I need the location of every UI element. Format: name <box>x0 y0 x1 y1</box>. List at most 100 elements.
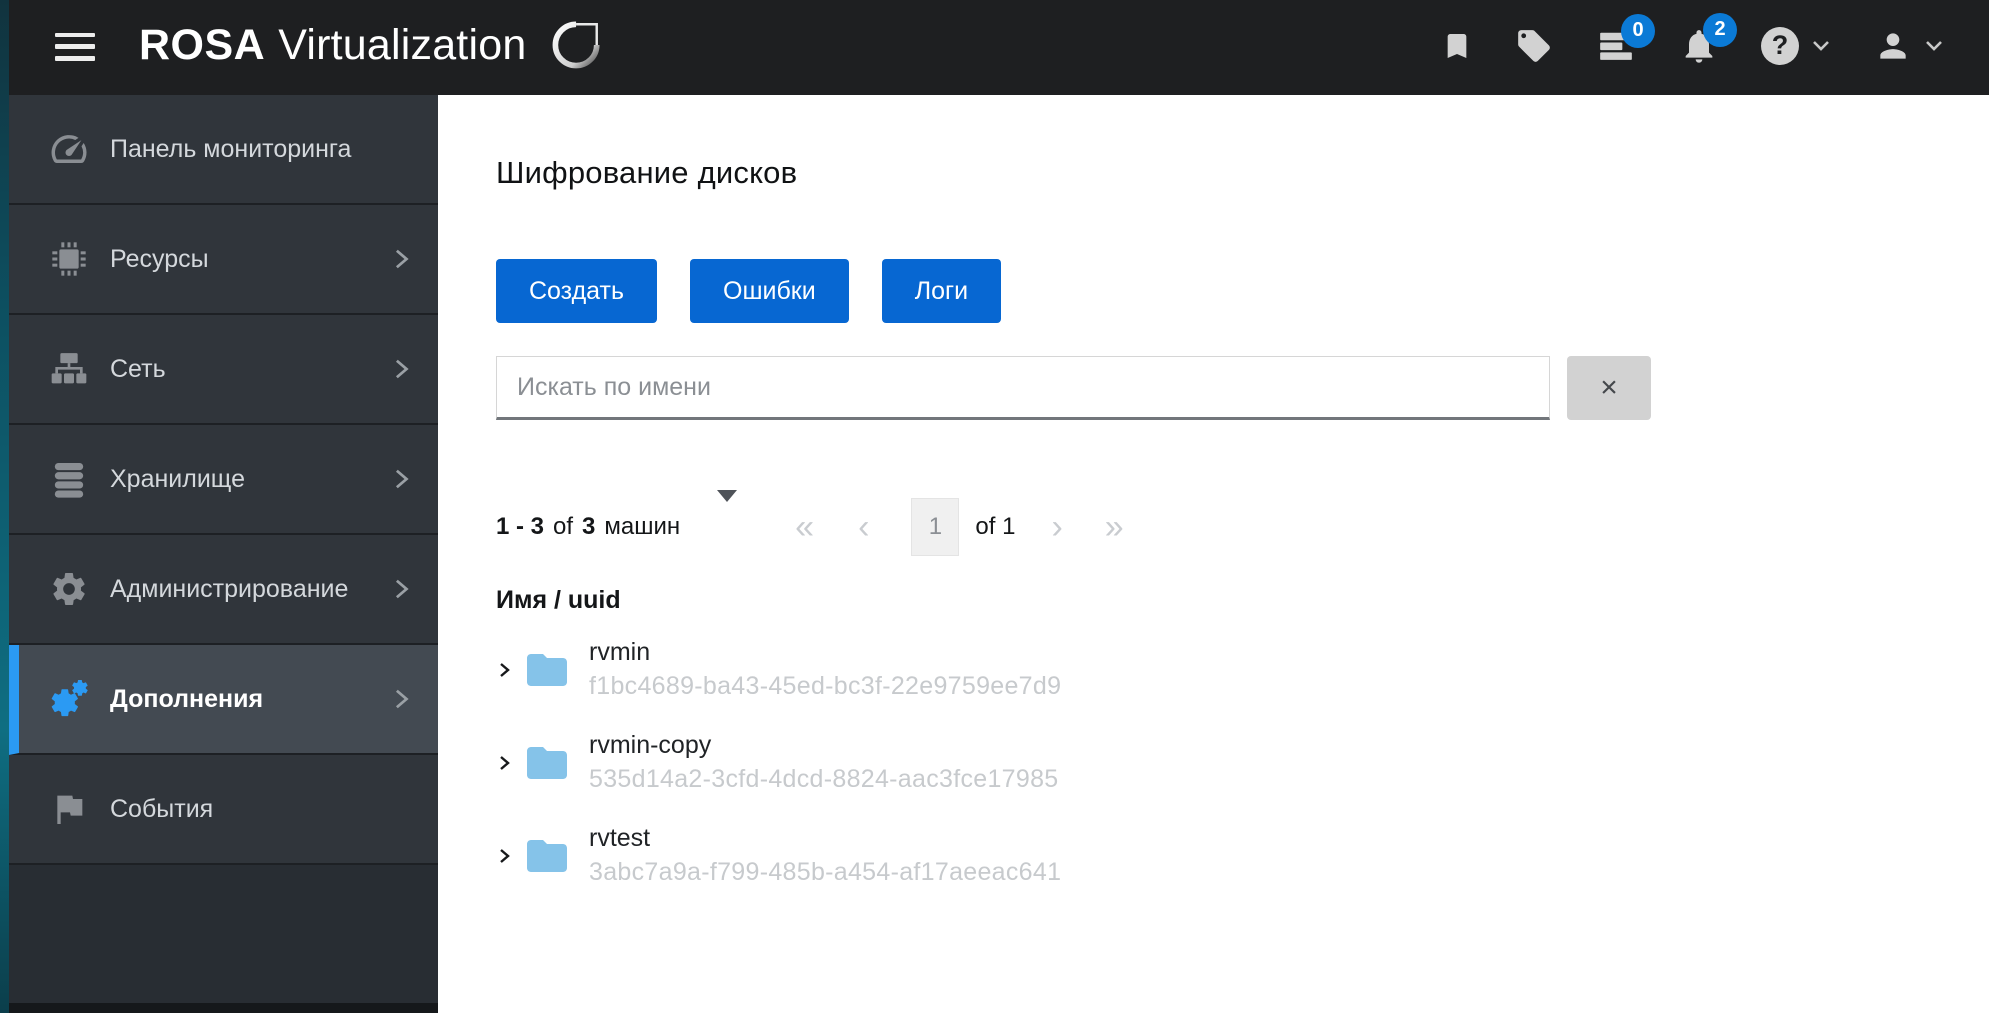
chevron-right-icon <box>390 685 412 713</box>
flag-icon <box>48 788 90 830</box>
sidebar-footer-strip <box>9 1003 438 1013</box>
vm-uuid: f1bc4689-ba43-45ed-bc3f-22e9759ee7d9 <box>589 672 1062 700</box>
chevron-right-icon <box>390 245 412 273</box>
caret-down-icon <box>717 490 738 517</box>
expand-row-button[interactable] <box>496 752 512 774</box>
current-page-input[interactable] <box>911 498 960 556</box>
total-pages-label: of 1 <box>975 513 1016 540</box>
pagination-bar: 1 - 3 of 3 машин « ‹ of 1 › » <box>496 490 1989 556</box>
sidebar-item-label: Сеть <box>110 354 166 383</box>
sidebar-empty-area <box>9 865 438 1003</box>
sidebar-item-label: Администрирование <box>110 574 349 603</box>
bookmark-icon <box>1447 33 1467 58</box>
sidebar-item-administration[interactable]: Администрирование <box>9 535 438 645</box>
per-page-dropdown-toggle[interactable] <box>717 490 738 517</box>
vm-name: rvmin <box>589 638 651 666</box>
table-row[interactable]: rvtest 3abc7a9a-f799-485b-a454-af17aeeac… <box>496 809 1989 902</box>
chevron-right-icon <box>390 465 412 493</box>
tasks-count-badge: 0 <box>1621 13 1655 48</box>
vm-name: rvtest <box>589 824 651 852</box>
action-buttons-row: Создать Ошибки Логи <box>496 259 1989 323</box>
brand-edge-strip <box>0 0 9 1013</box>
sidebar-nav: Панель мониторинга Ресурсы Сеть Хранилищ… <box>9 95 438 1013</box>
vm-list: rvmin f1bc4689-ba43-45ed-bc3f-22e9759ee7… <box>496 623 1989 902</box>
chevron-right-icon <box>500 662 510 677</box>
pagination-range: 1 - 3 <box>496 513 545 540</box>
menu-toggle-button[interactable] <box>55 32 95 61</box>
sidebar-item-addons[interactable]: Дополнения <box>9 645 438 755</box>
chevron-down-icon <box>1813 41 1829 51</box>
hamburger-icon <box>55 56 95 61</box>
next-page-button[interactable]: › <box>1051 510 1062 544</box>
network-icon <box>48 348 90 390</box>
help-menu-button[interactable]: ? <box>1761 26 1832 65</box>
close-icon: × <box>1600 371 1618 404</box>
chevron-down-icon <box>1926 41 1942 51</box>
expand-row-button[interactable] <box>496 845 512 867</box>
notifications-button[interactable]: 2 <box>1679 12 1737 66</box>
sidebar-item-label: Хранилище <box>110 464 245 493</box>
chevron-right-icon <box>390 575 412 603</box>
chevron-right-icon <box>500 755 510 770</box>
first-page-button[interactable]: « <box>795 510 814 544</box>
chevron-right-icon <box>390 355 412 383</box>
hamburger-icon <box>55 32 95 37</box>
tag-icon <box>1518 29 1550 62</box>
gear-icon <box>48 568 90 610</box>
pagination-controls: « ‹ of 1 › » <box>795 498 1124 556</box>
vm-info: rvmin f1bc4689-ba43-45ed-bc3f-22e9759ee7… <box>589 638 1061 701</box>
chip-icon <box>48 238 90 280</box>
tasks-button[interactable]: 0 <box>1595 13 1655 65</box>
main-content: Шифрование дисков Создать Ошибки Логи × … <box>438 95 1989 1013</box>
sidebar-item-label: Панель мониторинга <box>110 134 352 163</box>
folder-icon <box>522 834 572 878</box>
sidebar-item-storage[interactable]: Хранилище <box>9 425 438 535</box>
database-icon <box>48 458 90 500</box>
hamburger-icon <box>55 44 95 49</box>
search-row: × <box>496 356 1989 420</box>
create-button[interactable]: Создать <box>496 259 658 323</box>
sidebar-item-network[interactable]: Сеть <box>9 315 438 425</box>
notifications-count-badge: 2 <box>1703 12 1737 47</box>
tags-button[interactable] <box>1515 27 1553 65</box>
vm-uuid: 3abc7a9a-f799-485b-a454-af17aeeac641 <box>589 858 1062 886</box>
user-icon <box>1880 32 1906 59</box>
table-column-header: Имя / uuid <box>496 586 621 614</box>
logs-button[interactable]: Логи <box>881 259 1002 323</box>
rosa-logo-icon <box>553 20 600 68</box>
vm-info: rvmin-copy 535d14a2-3cfd-4dcd-8824-aac3f… <box>589 731 1059 794</box>
errors-button[interactable]: Ошибки <box>690 259 849 323</box>
expand-row-button[interactable] <box>496 659 512 681</box>
pagination-total: 3 <box>582 513 596 540</box>
user-menu-button[interactable] <box>1874 27 1945 65</box>
sidebar-item-events[interactable]: События <box>9 755 438 865</box>
brand-name: ROSA <box>139 21 266 69</box>
sidebar-item-label: Дополнения <box>110 684 264 713</box>
clear-search-button[interactable]: × <box>1567 356 1651 420</box>
sidebar-item-label: Ресурсы <box>110 244 209 273</box>
table-row[interactable]: rvmin f1bc4689-ba43-45ed-bc3f-22e9759ee7… <box>496 623 1989 716</box>
table-row[interactable]: rvmin-copy 535d14a2-3cfd-4dcd-8824-aac3f… <box>496 716 1989 809</box>
chevron-right-icon <box>500 848 510 863</box>
last-page-button[interactable]: » <box>1105 510 1124 544</box>
vm-info: rvtest 3abc7a9a-f799-485b-a454-af17aeeac… <box>589 824 1061 887</box>
sidebar-item-resources[interactable]: Ресурсы <box>9 205 438 315</box>
brand-product: Virtualization <box>278 21 527 69</box>
pagination-summary: 1 - 3 of 3 машин <box>496 513 689 541</box>
dashboard-icon <box>48 128 90 170</box>
sidebar-item-dashboard[interactable]: Панель мониторинга <box>9 95 438 205</box>
masthead: ROSA Virtualization 0 2 ? <box>9 0 1989 95</box>
masthead-toolbar: 0 2 ? <box>1441 12 1945 66</box>
page-title: Шифрование дисков <box>496 155 798 190</box>
folder-icon <box>522 648 572 692</box>
folder-icon <box>522 741 572 785</box>
search-input[interactable] <box>496 356 1550 420</box>
bookmarks-button[interactable] <box>1441 27 1473 65</box>
help-icon: ? <box>1761 26 1799 65</box>
gears-icon <box>48 678 90 720</box>
pagination-of-word: of <box>553 513 574 540</box>
app-window: ROSA Virtualization 0 2 ? Панель монитор… <box>9 0 1989 1013</box>
vm-uuid: 535d14a2-3cfd-4dcd-8824-aac3fce17985 <box>589 765 1059 793</box>
previous-page-button[interactable]: ‹ <box>858 510 869 544</box>
brand: ROSA Virtualization <box>139 17 608 75</box>
